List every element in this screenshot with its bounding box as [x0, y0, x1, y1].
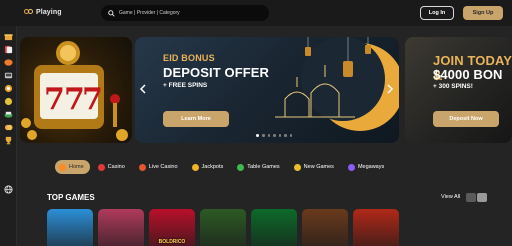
- slot-machine-image: 7 7 7: [21, 41, 128, 141]
- slots-icon[interactable]: [4, 71, 13, 80]
- tab-jackpots[interactable]: Jackpots: [188, 160, 230, 174]
- game-tile[interactable]: [47, 209, 93, 246]
- game-tile[interactable]: [200, 209, 246, 246]
- banner-right-subline: + 300 SPINS!: [433, 83, 473, 90]
- search-icon: [108, 9, 115, 17]
- pagination-dot[interactable]: [262, 134, 265, 137]
- pagination-dot[interactable]: [256, 133, 259, 137]
- category-tabs: Home Casino Live Casino Jackpots Table Games…: [55, 160, 390, 174]
- games-row: BOLDRICO: [47, 209, 399, 246]
- trophy-icon[interactable]: [4, 136, 13, 145]
- jackpot-icon[interactable]: [4, 97, 13, 106]
- banner-eid-bonus[interactable]: EID BONUS DEPOSIT OFFER + FREE SPINS Lea…: [135, 37, 399, 143]
- tab-live-casino[interactable]: Live Casino: [135, 160, 184, 174]
- tab-casino[interactable]: Casino: [94, 160, 131, 174]
- svg-text:7: 7: [44, 82, 65, 117]
- cards-icon[interactable]: [4, 45, 13, 54]
- banner-prev-arrow[interactable]: [139, 84, 147, 94]
- pagination-dot[interactable]: [267, 134, 270, 137]
- banner-right-line2: $4000 BON: [433, 67, 503, 82]
- top-bar: Playing Log In Sign Up: [0, 0, 512, 26]
- svg-text:7: 7: [82, 82, 103, 117]
- game-tile[interactable]: [302, 209, 348, 246]
- section-title: TOP GAMES: [47, 193, 95, 202]
- tab-label: New Games: [303, 164, 334, 170]
- tab-megaways[interactable]: Megaways: [344, 160, 390, 174]
- table-icon[interactable]: [4, 110, 13, 119]
- banner-next-arrow[interactable]: [386, 84, 394, 94]
- logo-text: Playing: [36, 8, 62, 16]
- banner-slot-machine[interactable]: 7 7 7: [20, 37, 132, 143]
- learn-more-button[interactable]: Learn More: [163, 111, 229, 127]
- banner-pagination: [256, 133, 292, 137]
- sidebar: [0, 26, 17, 246]
- pagination-dot[interactable]: [289, 134, 292, 137]
- signup-button[interactable]: Sign Up: [463, 6, 503, 20]
- bonus-icon[interactable]: [4, 58, 13, 67]
- pagination-dot[interactable]: [278, 134, 281, 137]
- deposit-now-button[interactable]: Deposit Now: [433, 111, 499, 127]
- tab-label: Casino: [107, 164, 125, 170]
- jackpots-icon: [191, 163, 199, 171]
- game-tile[interactable]: BOLDRICO: [149, 209, 195, 246]
- table-games-icon: [237, 163, 245, 171]
- tab-new-games[interactable]: New Games: [290, 160, 340, 174]
- pagination-dot[interactable]: [284, 134, 287, 137]
- search-input[interactable]: [119, 10, 259, 16]
- casino-icon: [97, 163, 105, 171]
- tab-label: Live Casino: [148, 164, 178, 170]
- new-games-icon: [293, 163, 301, 171]
- login-button[interactable]: Log In: [420, 6, 454, 20]
- games-next-button[interactable]: [477, 193, 487, 202]
- home-icon: [59, 163, 66, 171]
- game-tile[interactable]: [353, 209, 399, 246]
- logo-icon: [24, 7, 34, 17]
- banner-kicker: EID BONUS: [163, 53, 215, 63]
- tab-label: Megaways: [357, 164, 385, 170]
- megaways-icon: [347, 163, 355, 171]
- tab-label: Jackpots: [201, 164, 224, 170]
- tab-table-games[interactable]: Table Games: [233, 160, 285, 174]
- view-all-link[interactable]: View All: [441, 194, 460, 200]
- live-casino-icon: [138, 163, 146, 171]
- games-prev-button[interactable]: [466, 193, 476, 202]
- banner-subline: + FREE SPINS: [163, 82, 208, 89]
- pagination-dot[interactable]: [273, 134, 276, 137]
- gift-icon[interactable]: [4, 32, 13, 41]
- logo[interactable]: Playing: [24, 7, 62, 17]
- tab-label: Table Games: [247, 164, 280, 170]
- globe-icon[interactable]: [4, 185, 13, 194]
- search-bar[interactable]: [101, 5, 269, 21]
- game-tile-label: BOLDRICO: [158, 239, 186, 245]
- game-tile[interactable]: [251, 209, 297, 246]
- game-tile[interactable]: [98, 209, 144, 246]
- chip-icon[interactable]: [4, 84, 13, 93]
- banner-headline: DEPOSIT OFFER: [163, 65, 270, 80]
- coins-icon[interactable]: [4, 123, 13, 132]
- banner-join-today[interactable]: JOIN TODAY & $4000 BON + 300 SPINS! Depo…: [405, 37, 512, 143]
- tab-label: Home: [69, 164, 84, 170]
- tab-home[interactable]: Home: [55, 160, 90, 174]
